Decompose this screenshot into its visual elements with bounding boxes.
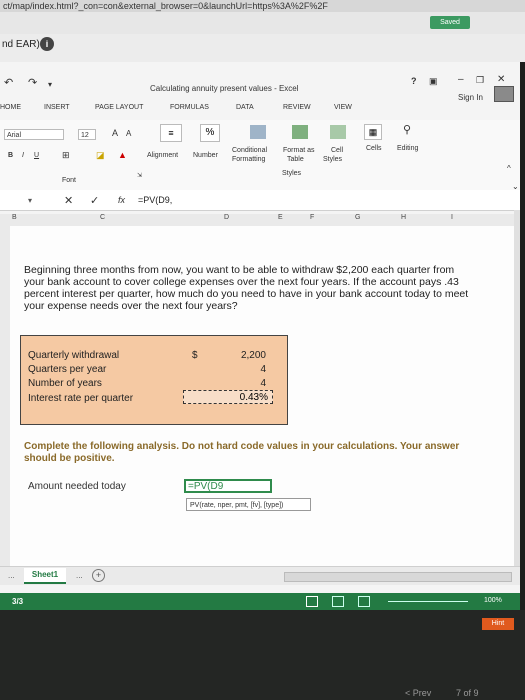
amount-label: Amount needed today: [28, 481, 126, 492]
font-group-label: Font: [62, 177, 77, 184]
normal-view-icon[interactable]: [306, 596, 318, 607]
column-header-d[interactable]: D: [224, 214, 229, 221]
input-label-years: Number of years: [28, 378, 102, 389]
shrink-font-button[interactable]: A: [126, 129, 131, 138]
input-value-rate[interactable]: 0.43%: [183, 390, 273, 404]
percent-icon[interactable]: %: [200, 124, 220, 142]
amount-cell-input[interactable]: =PV(D9: [184, 479, 272, 493]
cells-button[interactable]: Cells: [366, 145, 382, 152]
styles-group-label: Styles: [282, 170, 302, 177]
format-as-table-icon: [292, 125, 308, 139]
column-header-h[interactable]: H: [401, 214, 406, 221]
column-header-f[interactable]: F: [310, 214, 314, 221]
column-header-b[interactable]: B: [12, 214, 17, 221]
prev-button[interactable]: < Prev: [405, 688, 431, 698]
font-size-select[interactable]: 12: [78, 129, 96, 140]
window-title: Calculating annuity present values - Exc…: [150, 84, 299, 93]
input-value-years[interactable]: 4: [186, 378, 266, 389]
underline-button[interactable]: U: [34, 152, 39, 159]
row-headers: [0, 226, 10, 566]
close-button[interactable]: ✕: [497, 74, 505, 85]
font-dialog-launcher-icon[interactable]: ⇲: [137, 172, 142, 179]
format-as-table-button[interactable]: Format as: [283, 147, 315, 154]
info-icon[interactable]: i: [40, 37, 54, 51]
column-header-c[interactable]: C: [100, 214, 105, 221]
enter-formula-icon[interactable]: ✓: [90, 194, 99, 207]
editing-button[interactable]: Editing: [397, 145, 418, 152]
number-button[interactable]: Number: [193, 152, 218, 159]
tab-home[interactable]: HOME: [0, 104, 21, 111]
font-color-icon[interactable]: ▲: [118, 150, 127, 160]
zoom-level[interactable]: 100%: [484, 597, 502, 604]
conditional-formatting-button[interactable]: Conditional: [232, 147, 267, 154]
input-value-withdrawal[interactable]: 2,200: [186, 350, 266, 361]
redo-icon[interactable]: ↷: [28, 76, 37, 89]
collapse-ribbon-icon[interactable]: ^: [507, 164, 511, 173]
input-label-withdrawal: Quarterly withdrawal: [28, 350, 120, 361]
binoculars-icon: ⚲: [403, 124, 412, 136]
status-text: 3/3: [12, 597, 24, 606]
cancel-formula-icon[interactable]: ✕: [64, 194, 73, 207]
conditional-formatting-icon: [250, 125, 266, 139]
input-label-rate: Interest rate per quarter: [28, 393, 134, 404]
zoom-slider[interactable]: [388, 601, 468, 602]
sheet-scroll-left[interactable]: ...: [8, 571, 15, 580]
grow-font-button[interactable]: A: [112, 128, 118, 138]
conditional-formatting-label: Formatting: [232, 156, 266, 163]
vertical-scrollbar[interactable]: [514, 210, 520, 566]
sheet-tab-sheet1[interactable]: Sheet1: [24, 568, 66, 584]
tab-review[interactable]: REVIEW: [283, 104, 311, 111]
page-layout-view-icon[interactable]: [332, 596, 344, 607]
page-indicator: 7 of 9: [456, 688, 479, 698]
tab-view[interactable]: VIEW: [334, 104, 352, 111]
horizontal-scrollbar[interactable]: [284, 572, 512, 582]
insert-function-icon[interactable]: fx: [118, 195, 125, 205]
instructions: Complete the following analysis. Do not …: [24, 441, 460, 464]
restore-button[interactable]: ❐: [476, 75, 484, 86]
formula-bar: [0, 190, 520, 211]
customize-toolbar-icon[interactable]: ▾: [48, 80, 52, 89]
formula-input[interactable]: =PV(D9,: [138, 195, 172, 205]
cell-styles-icon: [330, 125, 346, 139]
problem-text: Beginning three months from now, you wan…: [24, 264, 469, 312]
column-header-e[interactable]: E: [278, 214, 283, 221]
page-break-view-icon[interactable]: [358, 596, 370, 607]
alignment-button[interactable]: Alignment: [147, 152, 178, 159]
question-header: [0, 34, 525, 62]
cell-styles-label: Styles: [323, 156, 343, 163]
hint-button[interactable]: Hint: [482, 618, 514, 630]
input-value-quarters[interactable]: 4: [186, 364, 266, 375]
url-bar[interactable]: ct/map/index.html?_con=con&external_brow…: [0, 0, 525, 12]
undo-icon[interactable]: ↶: [4, 76, 13, 89]
tab-formulas[interactable]: FORMULAS: [170, 104, 209, 111]
sheet-scroll-right[interactable]: ...: [76, 571, 83, 580]
fill-color-icon[interactable]: ◪: [96, 150, 105, 161]
saved-badge: Saved: [430, 16, 470, 29]
bold-button[interactable]: B: [8, 152, 13, 159]
alignment-icon[interactable]: ≡: [160, 124, 182, 142]
cell-styles-button[interactable]: Cell: [331, 147, 343, 154]
tab-page-layout[interactable]: PAGE LAYOUT: [95, 104, 143, 111]
sign-in-link[interactable]: Sign In: [458, 93, 483, 102]
question-title: nd EAR): [2, 39, 40, 50]
ribbon-display-icon[interactable]: ▣: [429, 76, 438, 87]
font-name-select[interactable]: Arial: [4, 129, 64, 140]
format-as-table-label: Table: [287, 156, 304, 163]
tab-data[interactable]: DATA: [236, 104, 254, 111]
name-box-dropdown-icon[interactable]: ▾: [28, 196, 32, 205]
borders-icon[interactable]: ⊞: [62, 150, 70, 161]
add-sheet-button[interactable]: +: [92, 569, 105, 582]
tab-insert[interactable]: INSERT: [44, 104, 70, 111]
column-header-g[interactable]: G: [355, 214, 360, 221]
input-label-quarters: Quarters per year: [28, 364, 107, 375]
column-header-i[interactable]: I: [451, 214, 453, 221]
page-footer: [0, 610, 525, 700]
help-icon[interactable]: ?: [411, 76, 417, 86]
avatar-icon[interactable]: [494, 86, 514, 102]
cells-icon: ▦: [364, 124, 382, 140]
italic-button[interactable]: I: [22, 152, 24, 159]
function-tooltip[interactable]: PV(rate, nper, pmt, [fv], [type]): [186, 498, 311, 511]
minimize-button[interactable]: –: [458, 74, 464, 85]
